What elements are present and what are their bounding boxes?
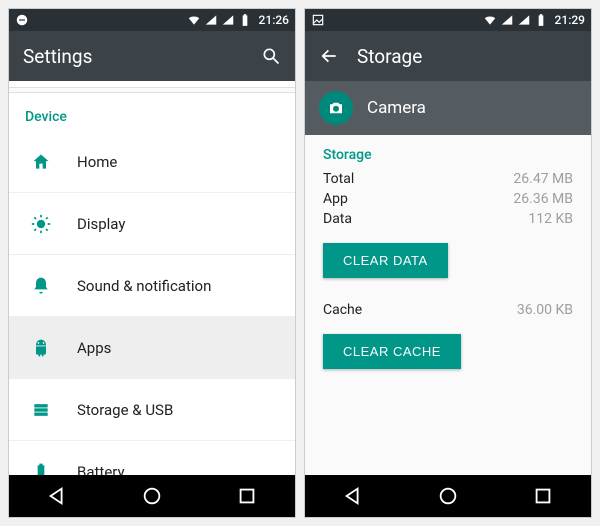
brightness-icon — [31, 214, 51, 234]
action-bar: Storage — [305, 31, 591, 81]
list-item-label: Home — [77, 153, 117, 171]
list-item-label: Sound & notification — [77, 277, 211, 295]
section-label-storage: Storage — [305, 135, 591, 169]
storage-content: Storage Total 26.47 MB App 26.36 MB Data… — [305, 135, 591, 475]
app-header-band: Camera — [305, 81, 591, 135]
row-value: 26.36 MB — [513, 191, 573, 207]
signal-icon-2 — [517, 13, 531, 27]
list-item-label: Display — [77, 215, 125, 233]
storage-screen: 21:29 Storage Camera Storage Total 26.47… — [304, 8, 592, 518]
back-icon[interactable] — [342, 485, 364, 507]
settings-item-battery[interactable]: Battery — [9, 441, 295, 475]
app-name: Camera — [367, 98, 426, 118]
camera-icon — [319, 91, 353, 125]
recents-icon[interactable] — [532, 485, 554, 507]
wifi-icon — [187, 13, 201, 27]
settings-item-storage[interactable]: Storage & USB — [9, 379, 295, 441]
bell-icon — [31, 276, 51, 296]
search-icon[interactable] — [261, 46, 281, 66]
page-title: Settings — [23, 45, 92, 68]
dnd-icon — [15, 13, 29, 27]
recents-icon[interactable] — [236, 485, 258, 507]
settings-item-display[interactable]: Display — [9, 193, 295, 255]
row-data: Data 112 KB — [305, 209, 591, 229]
row-total: Total 26.47 MB — [305, 169, 591, 189]
row-value: 26.47 MB — [513, 171, 573, 187]
row-label: App — [323, 191, 348, 207]
row-app: App 26.36 MB — [305, 189, 591, 209]
divider — [9, 87, 295, 93]
battery-icon — [31, 462, 51, 475]
navigation-bar — [305, 475, 591, 517]
action-bar: Settings — [9, 31, 295, 81]
row-label: Data — [323, 211, 352, 227]
settings-item-home[interactable]: Home — [9, 131, 295, 193]
row-value: 36.00 KB — [517, 302, 573, 318]
settings-content: Device Home Display Sound & notification… — [9, 81, 295, 475]
signal-icon-2 — [221, 13, 235, 27]
battery-icon — [534, 13, 548, 27]
clock: 21:26 — [259, 13, 289, 27]
list-item-label: Battery — [77, 463, 125, 475]
wifi-icon — [483, 13, 497, 27]
settings-screen: 21:26 Settings Device Home Display Sound… — [8, 8, 296, 518]
storage-icon — [31, 400, 51, 420]
settings-item-sound[interactable]: Sound & notification — [9, 255, 295, 317]
list-item-label: Storage & USB — [77, 401, 173, 419]
battery-icon — [238, 13, 252, 27]
page-title: Storage — [357, 45, 422, 68]
clear-cache-button[interactable]: CLEAR CACHE — [323, 334, 461, 369]
status-bar: 21:26 — [9, 9, 295, 31]
signal-icon — [204, 13, 218, 27]
settings-item-apps[interactable]: Apps — [9, 317, 295, 379]
android-icon — [31, 338, 51, 358]
home-nav-icon[interactable] — [141, 485, 163, 507]
status-bar: 21:29 — [305, 9, 591, 31]
clock: 21:29 — [555, 13, 585, 27]
screenshot-icon — [311, 13, 325, 27]
back-icon[interactable] — [46, 485, 68, 507]
home-icon — [31, 152, 51, 172]
row-cache: Cache 36.00 KB — [305, 300, 591, 320]
clear-data-button[interactable]: CLEAR DATA — [323, 243, 448, 278]
section-label-device: Device — [9, 97, 295, 131]
row-label: Total — [323, 171, 354, 187]
back-arrow-icon[interactable] — [319, 46, 339, 66]
navigation-bar — [9, 475, 295, 517]
row-label: Cache — [323, 302, 362, 318]
home-nav-icon[interactable] — [437, 485, 459, 507]
list-item-label: Apps — [77, 339, 111, 357]
signal-icon — [500, 13, 514, 27]
row-value: 112 KB — [528, 211, 573, 227]
